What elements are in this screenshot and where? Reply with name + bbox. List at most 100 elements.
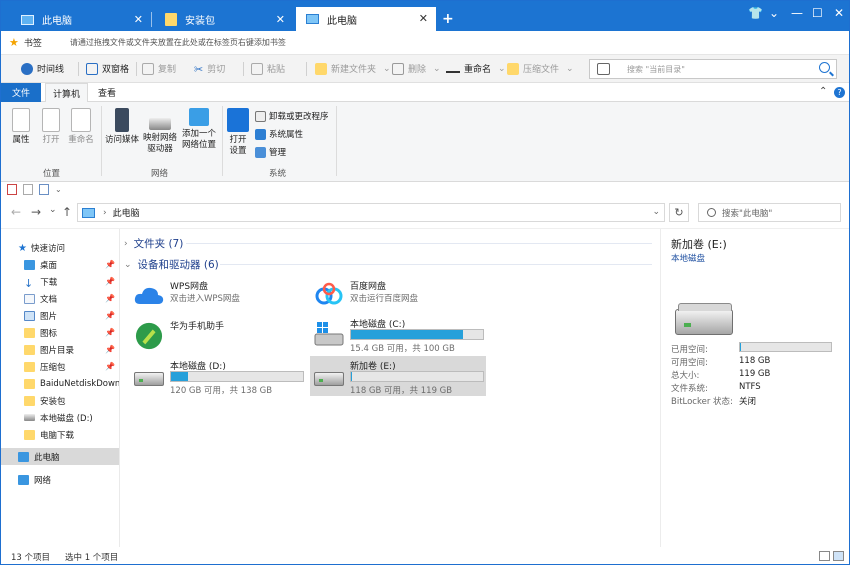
drive-usage-fill [171, 372, 189, 381]
tab-install-pkg[interactable]: 安装包 ✕ [155, 8, 293, 31]
refresh-button[interactable]: ↻ [669, 203, 689, 222]
tab-this-pc-1[interactable]: 此电脑 ✕ [11, 8, 152, 31]
nav-item-picture-dir[interactable]: 图片目录 📌 [1, 341, 119, 358]
recent-chevron-icon[interactable]: ⌄ [49, 205, 57, 215]
drive-item-e[interactable]: 新加卷 (E:) 118 GB 可用，共 119 GB [310, 356, 486, 396]
chevron-right-icon[interactable]: › [103, 208, 107, 218]
ribbon: 属性 打开 重命名 位置 访问媒体 映射网络 驱动器 添加一个 网络位置 网络 [1, 102, 849, 182]
nav-quick-access[interactable]: ★ 快速访问 [1, 239, 119, 256]
restore-down-icon[interactable]: ⌄ [769, 6, 779, 20]
close-window-icon[interactable]: ✕ [834, 6, 844, 20]
rename-button[interactable]: 重命名 ⌄ [446, 62, 506, 75]
pin-icon[interactable]: 📌 [105, 345, 115, 354]
add-network-location-button[interactable]: 添加一个 网络位置 [179, 108, 219, 151]
nav-item-baidu-download[interactable]: BaiduNetdiskDownload [1, 375, 119, 392]
drive-item-baidu[interactable]: 百度网盘 双击运行百度网盘 [310, 276, 486, 316]
nav-item-drive-d[interactable]: 本地磁盘 (D:) [1, 409, 119, 426]
toolbar-search-input[interactable]: 搜索 "当前目录" [627, 64, 685, 75]
nav-item-icons[interactable]: 图标 📌 [1, 324, 119, 341]
rename-ribbon-button[interactable]: 重命名 [65, 108, 97, 146]
properties-check-icon[interactable] [7, 184, 17, 195]
drive-item-huawei[interactable]: 华为手机助手 [130, 316, 306, 356]
close-icon[interactable]: ✕ [134, 13, 143, 26]
drive-usage-fill [351, 330, 463, 339]
nav-item-desktop[interactable]: 桌面 📌 [1, 256, 119, 273]
maximize-icon[interactable]: ☐ [812, 6, 823, 20]
nav-item-downloads[interactable]: ↓ 下载 📌 [1, 273, 119, 290]
uninstall-program-button[interactable]: 卸载或更改程序 [255, 110, 329, 122]
nav-item-install-pkg[interactable]: 安装包 [1, 392, 119, 409]
nav-this-pc[interactable]: 此电脑 [1, 448, 119, 465]
tab-file[interactable]: 文件 [1, 83, 41, 102]
devices-group-header[interactable]: ⌄ 设备和驱动器 (6) [124, 257, 219, 272]
search-icon[interactable] [819, 62, 830, 73]
pin-icon[interactable]: 📌 [105, 294, 115, 303]
pin-icon[interactable]: 📌 [105, 362, 115, 371]
chevron-down-icon[interactable]: ⌄ [55, 185, 62, 194]
access-media-button[interactable]: 访问媒体 [104, 108, 140, 146]
toolbar-search-box[interactable]: 搜索 "当前目录" [589, 59, 837, 79]
manage-button[interactable]: 管理 [255, 146, 286, 158]
wps-cloud-icon [134, 287, 164, 304]
monitor-icon [189, 108, 209, 126]
pin-icon[interactable]: 📌 [105, 260, 115, 269]
chevron-right-icon[interactable]: › [124, 239, 128, 249]
tab-this-pc-active[interactable]: 此电脑 ✕ [296, 7, 436, 31]
path-search-input[interactable]: 搜索"此电脑" [722, 207, 772, 219]
dual-pane-button[interactable]: 双窗格 [86, 62, 129, 75]
close-icon[interactable]: ✕ [419, 12, 428, 25]
status-bar: 13 个项目 选中 1 个项目 [1, 547, 849, 564]
up-arrow-icon[interactable]: ↑ [62, 205, 72, 219]
back-arrow-icon[interactable]: ← [11, 205, 21, 219]
bookmark-label[interactable]: 书签 [24, 36, 42, 49]
shirt-icon[interactable]: 👕 [748, 6, 763, 20]
path-search-box[interactable]: 搜索"此电脑" [698, 203, 841, 222]
timeline-button[interactable]: 时间线 [21, 62, 64, 75]
tab-view[interactable]: 查看 [91, 83, 123, 102]
new-folder-icon [315, 62, 327, 75]
paste-button[interactable]: 粘贴 [251, 62, 285, 75]
nav-item-documents[interactable]: 文档 📌 [1, 290, 119, 307]
delete-button[interactable]: 删除 ⌄ [392, 62, 441, 75]
copy-button[interactable]: 复制 [142, 62, 176, 75]
address-bar[interactable]: › 此电脑 ⌄ [77, 203, 665, 222]
chevron-down-icon[interactable]: ⌄ [652, 207, 660, 217]
open-settings-button[interactable]: 打开 设置 [225, 108, 251, 157]
map-drive-button[interactable]: 映射网络 驱动器 [141, 108, 179, 155]
help-icon[interactable]: ? [834, 87, 845, 98]
nav-item-archives[interactable]: 压缩包 📌 [1, 358, 119, 375]
drive-item-d[interactable]: 本地磁盘 (D:) 120 GB 可用，共 138 GB [130, 356, 306, 396]
free-space-value: 118 GB [739, 356, 771, 366]
properties-button[interactable]: 属性 [7, 108, 35, 146]
computer-icon [306, 14, 319, 24]
pin-icon[interactable]: 📌 [105, 328, 115, 337]
close-icon[interactable]: ✕ [276, 13, 285, 26]
list-icon[interactable] [39, 184, 49, 195]
new-tab-icon[interactable]: + [442, 11, 454, 27]
open-button[interactable]: 打开 [37, 108, 65, 146]
pin-icon[interactable]: 📌 [105, 311, 115, 320]
search-scope-icon[interactable] [597, 63, 610, 75]
compress-button[interactable]: 压缩文件 ⌄ [507, 62, 574, 75]
nav-item-pictures[interactable]: 图片 📌 [1, 307, 119, 324]
cut-button[interactable]: ✂ 剪切 [194, 62, 225, 76]
chevron-down-icon[interactable]: ⌄ [124, 260, 132, 270]
tab-computer[interactable]: 计算机 [45, 83, 89, 103]
collapse-ribbon-icon[interactable]: ⌃ [819, 86, 827, 97]
system-properties-button[interactable]: 系统属性 [255, 128, 303, 140]
drive-item-c[interactable]: 本地磁盘 (C:) 15.4 GB 可用，共 100 GB [310, 314, 486, 354]
drive-item-wps[interactable]: WPS网盘 双击进入WPS网盘 [130, 276, 306, 316]
address-path[interactable]: 此电脑 [113, 206, 140, 219]
network-group-label: 网络 [151, 169, 169, 179]
minimize-icon[interactable]: — [791, 6, 803, 20]
forward-arrow-icon[interactable]: → [31, 205, 41, 219]
copy-icon [142, 62, 154, 75]
folders-group-header[interactable]: › 文件夹 (7) [124, 236, 183, 251]
blank-page-icon[interactable] [23, 184, 33, 195]
large-icons-view-icon[interactable] [833, 551, 844, 561]
pin-icon[interactable]: 📌 [105, 277, 115, 286]
nav-network[interactable]: 网络 [1, 471, 119, 488]
details-view-icon[interactable] [819, 551, 830, 561]
nav-item-pc-downloads[interactable]: 电脑下载 [1, 426, 119, 443]
new-folder-button[interactable]: 新建文件夹 ⌄ [315, 62, 391, 75]
